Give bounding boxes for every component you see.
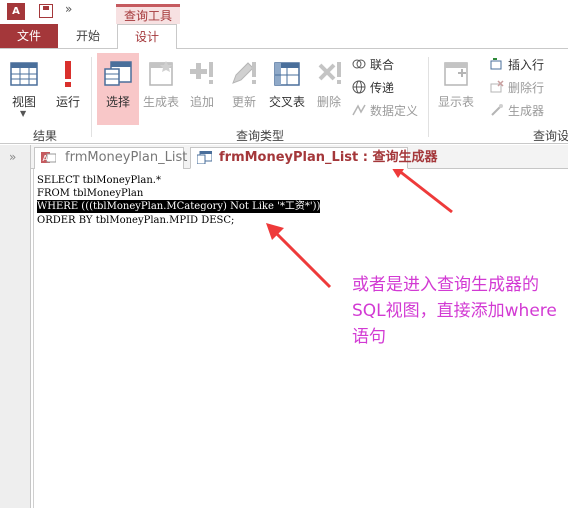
query-builder-icon bbox=[197, 151, 212, 164]
annotation-arrows bbox=[266, 162, 453, 289]
query-tab-label: frmMoneyPlan_List : 查询生成器 bbox=[219, 150, 438, 165]
arrow-to-where-clause bbox=[266, 223, 332, 289]
tab-design[interactable]: 设计 bbox=[117, 24, 177, 49]
arrow-to-query-tab bbox=[388, 162, 453, 214]
annotation-note: 或者是进入查询生成器的SQL视图，直接添加where语句 bbox=[352, 275, 557, 347]
tab-query-builder-document[interactable]: frmMoneyPlan_List : 查询生成器 bbox=[190, 147, 437, 169]
